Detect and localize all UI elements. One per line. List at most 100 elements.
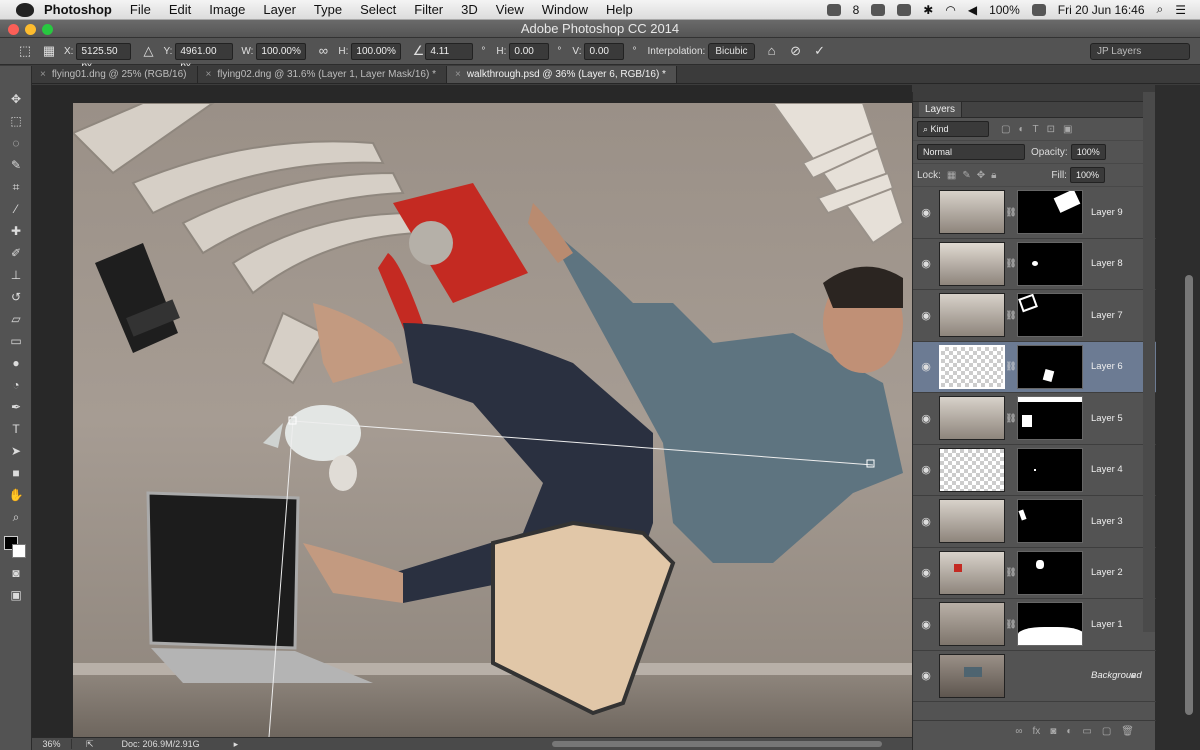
menu-filter[interactable]: Filter bbox=[414, 2, 443, 17]
link-icon[interactable]: ∞ bbox=[316, 44, 330, 58]
clone-stamp-tool-icon[interactable]: ⊥ bbox=[0, 264, 32, 286]
menu-image[interactable]: Image bbox=[209, 2, 245, 17]
doc-tab[interactable]: × flying01.dng @ 25% (RGB/16) bbox=[32, 66, 198, 83]
fx-icon[interactable]: fx bbox=[1033, 726, 1041, 737]
screen-mode-icon[interactable]: ▣ bbox=[0, 584, 32, 606]
cancel-transform-icon[interactable]: ⊘ bbox=[789, 44, 803, 58]
blend-mode-select[interactable]: Normal bbox=[917, 144, 1025, 160]
crop-tool-icon[interactable]: ⌗ bbox=[0, 176, 32, 198]
dodge-tool-icon[interactable]: ◔ bbox=[0, 374, 32, 396]
link-layers-icon[interactable]: ∞ bbox=[1015, 726, 1022, 737]
layer-name[interactable]: Layer 8 bbox=[1091, 258, 1123, 269]
layer-mask-thumbnail[interactable] bbox=[1017, 550, 1083, 595]
zoom-tool-icon[interactable]: ⌕ bbox=[0, 506, 32, 528]
interpolation-select[interactable]: Bicubic bbox=[708, 42, 755, 60]
layer-name[interactable]: Layer 9 bbox=[1091, 207, 1123, 218]
zoom-window-button[interactable] bbox=[42, 24, 53, 35]
layer-name[interactable]: Layer 5 bbox=[1091, 413, 1123, 424]
vertical-scrollbar[interactable] bbox=[1185, 275, 1193, 715]
layer-row[interactable]: ◉ ⛓︎ Layer 9 bbox=[913, 187, 1156, 239]
visibility-eye-icon[interactable]: ◉ bbox=[913, 309, 939, 322]
eyedropper-tool-icon[interactable]: ⁄ bbox=[0, 198, 32, 220]
filter-kind-select[interactable]: ⌕ Kind bbox=[917, 121, 989, 137]
workspace-select[interactable]: JP Layers bbox=[1090, 42, 1190, 60]
visibility-eye-icon[interactable]: ◉ bbox=[913, 618, 939, 631]
x-position-field[interactable]: 5125.50 px bbox=[76, 42, 132, 72]
mask-link-icon[interactable]: ⛓︎ bbox=[1005, 361, 1017, 372]
mask-link-icon[interactable]: ⛓︎ bbox=[1005, 413, 1017, 424]
menu-file[interactable]: File bbox=[130, 2, 151, 17]
layer-mask-thumbnail[interactable] bbox=[1017, 499, 1083, 544]
close-tab-icon[interactable]: × bbox=[40, 69, 46, 80]
visibility-eye-icon[interactable]: ◉ bbox=[913, 463, 939, 476]
battery-level[interactable]: 100% bbox=[989, 3, 1020, 17]
volume-icon[interactable]: ◀ bbox=[968, 3, 977, 17]
layer-mask-thumbnail[interactable] bbox=[1017, 447, 1083, 492]
width-field[interactable]: 100.00% bbox=[256, 42, 307, 60]
type-tool-icon[interactable]: T bbox=[0, 418, 32, 440]
close-window-button[interactable] bbox=[8, 24, 19, 35]
layer-row[interactable]: ◉ ⛓︎ Layer 8 bbox=[913, 239, 1156, 290]
menu-select[interactable]: Select bbox=[360, 2, 396, 17]
reference-point-icon[interactable]: ▦ bbox=[42, 44, 56, 58]
visibility-eye-icon[interactable]: ◉ bbox=[913, 360, 939, 373]
mask-link-icon[interactable]: ⛓︎ bbox=[1005, 207, 1017, 218]
mask-link-icon[interactable]: ⛓︎ bbox=[1005, 310, 1017, 321]
move-tool-icon[interactable]: ✥ bbox=[0, 88, 32, 110]
commit-transform-icon[interactable]: ✓ bbox=[813, 44, 827, 58]
visibility-eye-icon[interactable]: ◉ bbox=[913, 257, 939, 270]
layer-row[interactable]: ◉ ⛓︎ Layer 7 bbox=[913, 290, 1156, 342]
close-tab-icon[interactable]: × bbox=[455, 69, 461, 80]
creative-cloud-icon[interactable] bbox=[826, 3, 841, 16]
background-color[interactable] bbox=[12, 544, 26, 558]
rotate-field[interactable]: 4.11 bbox=[425, 42, 474, 60]
quick-select-tool-icon[interactable]: ✎ bbox=[0, 154, 32, 176]
menu-layer[interactable]: Layer bbox=[263, 2, 296, 17]
visibility-eye-icon[interactable]: ◉ bbox=[913, 412, 939, 425]
clock[interactable]: Fri 20 Jun 16:46 bbox=[1058, 3, 1145, 17]
height-field[interactable]: 100.00% bbox=[351, 42, 402, 60]
menu-app[interactable]: Photoshop bbox=[44, 2, 112, 17]
spotlight-icon[interactable]: ⌕ bbox=[1157, 2, 1164, 17]
gradient-tool-icon[interactable]: ▭ bbox=[0, 330, 32, 352]
export-icon[interactable]: ⇱ bbox=[86, 739, 94, 750]
horizontal-scrollbar[interactable] bbox=[552, 741, 882, 747]
hand-tool-icon[interactable]: ✋ bbox=[0, 484, 32, 506]
blur-tool-icon[interactable]: ● bbox=[0, 352, 32, 374]
layer-row[interactable]: ◉ ⛓︎ Layer 5 bbox=[913, 393, 1156, 445]
brush-tool-icon[interactable]: ✐ bbox=[0, 242, 32, 264]
vskew-field[interactable]: 0.00 bbox=[584, 42, 625, 60]
mask-link-icon[interactable]: ⛓︎ bbox=[1005, 619, 1017, 630]
menu-window[interactable]: Window bbox=[542, 2, 588, 17]
menu-3d[interactable]: 3D bbox=[461, 2, 478, 17]
canvas-area[interactable] bbox=[32, 85, 912, 737]
wifi-icon[interactable]: ◠ bbox=[945, 3, 955, 17]
healing-brush-tool-icon[interactable]: ✚ bbox=[0, 220, 32, 242]
menu-edit[interactable]: Edit bbox=[169, 2, 191, 17]
pen-tool-icon[interactable]: ✒ bbox=[0, 396, 32, 418]
status-menu-icon[interactable]: ▸ bbox=[234, 739, 239, 750]
delta-icon[interactable]: △ bbox=[141, 44, 155, 58]
tool-preset-icon[interactable]: ⬚ bbox=[18, 44, 32, 58]
minimize-window-button[interactable] bbox=[25, 24, 36, 35]
add-mask-icon[interactable]: ◙ bbox=[1050, 726, 1056, 737]
layer-mask-thumbnail[interactable] bbox=[1017, 241, 1083, 286]
apple-icon[interactable] bbox=[16, 2, 34, 17]
opacity-field[interactable]: 100% bbox=[1070, 144, 1106, 160]
visibility-eye-icon[interactable]: ◉ bbox=[913, 206, 939, 219]
trash-icon[interactable]: 🗑︎ bbox=[1121, 726, 1134, 737]
path-select-tool-icon[interactable]: ➤ bbox=[0, 440, 32, 462]
new-group-icon[interactable]: ▭ bbox=[1082, 726, 1091, 737]
doc-tab-active[interactable]: × walkthrough.psd @ 36% (Layer 6, RGB/16)… bbox=[446, 66, 677, 83]
layer-mask-thumbnail[interactable] bbox=[1017, 396, 1083, 441]
visibility-eye-icon[interactable]: ◉ bbox=[913, 515, 939, 528]
layer-mask-thumbnail[interactable] bbox=[1017, 190, 1083, 235]
y-position-field[interactable]: 4961.00 px bbox=[175, 42, 234, 72]
layer-name[interactable]: Layer 7 bbox=[1091, 310, 1123, 321]
menu-help[interactable]: Help bbox=[606, 2, 633, 17]
new-layer-icon[interactable]: ▢ bbox=[1102, 726, 1111, 737]
layer-name[interactable]: Layer 2 bbox=[1091, 567, 1123, 578]
time-machine-icon[interactable] bbox=[897, 3, 912, 16]
sync-icon[interactable] bbox=[871, 3, 886, 16]
layer-name[interactable]: Layer 3 bbox=[1091, 516, 1123, 527]
